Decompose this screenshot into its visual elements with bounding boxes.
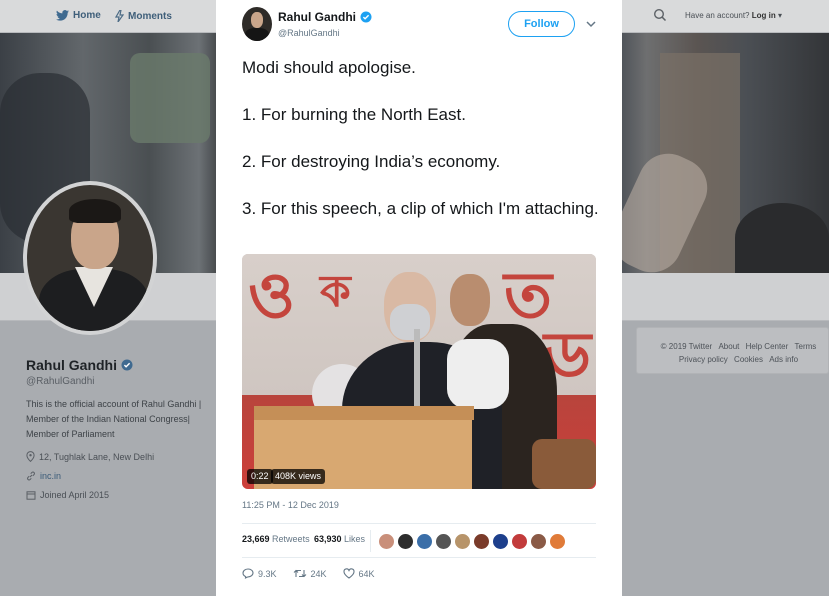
twitter-bird-icon — [56, 10, 69, 21]
profile-bio-text: This is the official account of Rahul Ga… — [26, 399, 202, 439]
lightning-icon — [115, 10, 124, 22]
liker-avatar[interactable] — [378, 533, 395, 550]
footer-links-card: © 2019 Twitter About Help Center Terms P… — [636, 327, 829, 374]
profile-avatar[interactable] — [23, 181, 157, 335]
tweet-timestamp[interactable]: 11:25 PM - 12 Dec 2019 — [242, 500, 339, 510]
login-link[interactable]: Log in — [752, 11, 776, 20]
retweet-button[interactable]: 24K — [293, 568, 327, 579]
tweet-text: Modi should apologise. 1. For burning th… — [242, 56, 602, 244]
profile-location: 12, Tughlak Lane, New Delhi — [26, 451, 206, 462]
reply-icon — [242, 568, 254, 579]
footer-links: © 2019 Twitter About Help Center Terms P… — [651, 340, 826, 366]
likes-count: 63,930 — [314, 534, 342, 544]
liker-avatar[interactable] — [473, 533, 490, 550]
liker-avatar[interactable] — [435, 533, 452, 550]
chevron-down-icon[interactable] — [585, 19, 597, 29]
retweet-icon — [293, 569, 306, 578]
tweet-author-avatar[interactable] — [242, 7, 272, 41]
liker-avatar[interactable] — [549, 533, 566, 550]
verified-badge-icon — [360, 11, 372, 23]
heart-icon — [342, 568, 355, 579]
liker-avatar[interactable] — [492, 533, 509, 550]
footer-copyright: © 2019 Twitter — [660, 342, 713, 351]
chevron-down-icon: ▾ — [777, 11, 782, 20]
search-icon[interactable] — [653, 8, 667, 22]
profile-name[interactable]: Rahul Gandhi — [26, 357, 206, 373]
like-button[interactable]: 64K — [342, 568, 375, 579]
footer-link-about[interactable]: About — [718, 342, 739, 351]
verified-badge-icon — [121, 359, 133, 371]
liker-avatar[interactable] — [454, 533, 471, 550]
tweet-line: Modi should apologise. — [242, 58, 416, 77]
profile-name-text: Rahul Gandhi — [26, 357, 117, 373]
video-duration-badge: 0:22 — [247, 469, 273, 484]
tweet-actions: 9.3K 24K 64K — [242, 568, 391, 579]
profile-joined-text: Joined April 2015 — [40, 490, 110, 500]
nav-home-label: Home — [73, 10, 101, 21]
retweet-count: 24K — [310, 568, 327, 579]
profile-location-text: 12, Tughlak Lane, New Delhi — [39, 451, 155, 462]
stats-divider — [370, 530, 371, 552]
tweet-line: 1. For burning the North East. — [242, 105, 466, 124]
tweet-author-handle[interactable]: @RahulGandhi — [278, 28, 340, 38]
reply-button[interactable]: 9.3K — [242, 568, 277, 579]
liker-avatar[interactable] — [397, 533, 414, 550]
like-count: 64K — [358, 568, 375, 579]
nav-moments[interactable]: Moments — [115, 10, 172, 22]
nav-moments-label: Moments — [128, 10, 172, 22]
footer-link-cookies[interactable]: Cookies — [734, 355, 763, 364]
tweet-author-name-text: Rahul Gandhi — [278, 10, 356, 24]
footer-link-privacy[interactable]: Privacy policy — [679, 355, 728, 364]
footer-link-terms[interactable]: Terms — [795, 342, 817, 351]
tweet-author-name[interactable]: Rahul Gandhi — [278, 10, 372, 24]
login-prompt[interactable]: Have an account? Log in ▾ — [685, 11, 782, 20]
liker-avatars — [378, 533, 566, 550]
tweet-permalink-card: Rahul Gandhi @RahulGandhi Follow Modi sh… — [216, 0, 622, 596]
reply-count: 9.3K — [258, 568, 277, 579]
calendar-icon — [26, 491, 36, 500]
follow-button[interactable]: Follow — [508, 11, 575, 37]
profile-bio-card: Rahul Gandhi @RahulGandhi This is the of… — [26, 357, 206, 500]
profile-joined: Joined April 2015 — [26, 490, 206, 500]
likes-label: Likes — [344, 534, 366, 544]
profile-handle: @RahulGandhi — [26, 376, 95, 387]
tweet-line: 2. For destroying India’s economy. — [242, 152, 501, 171]
liker-avatar[interactable] — [416, 533, 433, 550]
location-pin-icon — [26, 451, 35, 462]
nav-home[interactable]: Home — [56, 10, 101, 21]
footer-link-ads-info[interactable]: Ads info — [769, 355, 798, 364]
retweets-label: Retweets — [272, 534, 310, 544]
profile-website[interactable]: inc.in — [26, 471, 206, 481]
liker-avatar[interactable] — [511, 533, 528, 550]
likes-stat[interactable]: 63,930 Likes — [314, 534, 365, 544]
retweets-stat[interactable]: 23,669 Retweets — [242, 534, 310, 544]
retweets-count: 23,669 — [242, 534, 270, 544]
tweet-video-player[interactable]: ও ক ত ড 0:22 408K views — [242, 254, 596, 489]
link-icon — [27, 471, 35, 481]
liker-avatar[interactable] — [530, 533, 547, 550]
video-views-badge: 408K views — [271, 469, 326, 484]
login-prefix: Have an account? — [685, 11, 750, 20]
footer-link-help-center[interactable]: Help Center — [746, 342, 789, 351]
tweet-line: 3. For this speech, a clip of which I'm … — [242, 199, 599, 218]
tweet-stats-bar: 23,669 Retweets 63,930 Likes — [242, 523, 596, 558]
profile-website-link[interactable]: inc.in — [40, 471, 61, 481]
